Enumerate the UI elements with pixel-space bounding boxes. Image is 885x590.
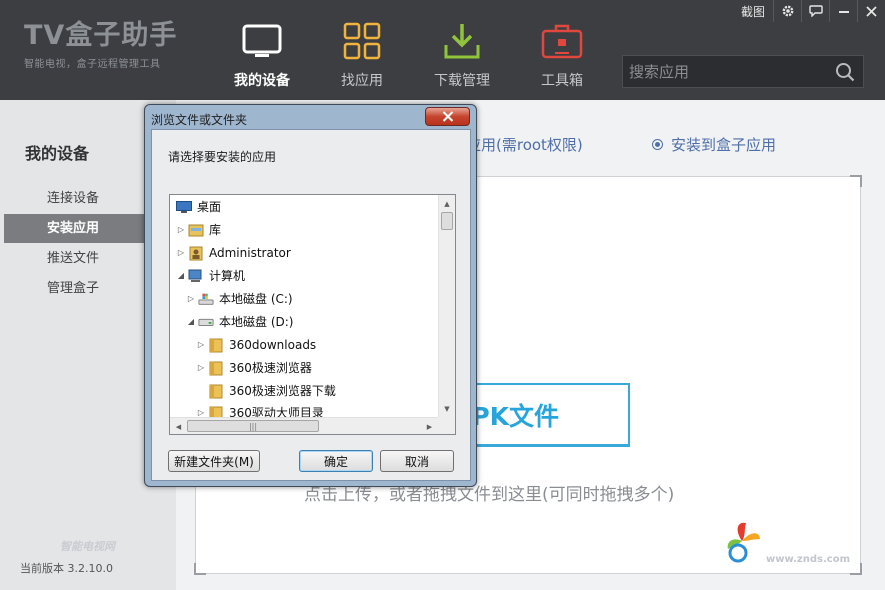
main-nav: 我的设备 找应用 下载管理 工具箱 [212,20,612,100]
brand: TV盒子助手 智能电视，盒子远程管理工具 [24,20,177,70]
drive-icon [198,315,214,329]
nav-toolbox[interactable]: 工具箱 [512,20,612,100]
nav-label: 下载管理 [434,73,490,89]
option-install-system-label: 应用(需root权限) [466,136,583,154]
corner-decoration [850,175,862,187]
collapse-icon[interactable]: ◢ [186,311,196,333]
app-title: TV盒子助手 [24,20,178,51]
folder-icon [208,338,224,352]
tree-item[interactable]: 桌面 [176,196,221,218]
tree-item[interactable]: ▷ Administrator [176,242,291,264]
expand-icon[interactable]: ▷ [196,357,206,379]
close-icon[interactable] [857,0,885,22]
tv-icon [242,20,282,62]
scroll-thumb[interactable]: ||| [187,420,319,432]
collapse-icon[interactable]: ◢ [176,265,186,287]
watermark-logo: www.znds.com [724,519,850,565]
option-install-box-label: 安装到盒子应用 [671,136,777,154]
expand-icon [196,380,206,402]
top-bar: TV盒子助手 智能电视，盒子远程管理工具 截图 我的设备 找应用 下载管理 工具… [0,0,885,100]
nav-downloads[interactable]: 下载管理 [412,20,512,100]
tree-item[interactable]: ▷ 360downloads [196,334,316,356]
scroll-right-icon[interactable]: ▶ [421,418,438,434]
search-box [622,55,864,88]
expand-icon[interactable]: ▷ [176,242,186,264]
folder-icon [208,361,224,375]
library-icon [188,223,204,237]
sidebar-title: 我的设备 [25,144,90,163]
version-text: 当前版本 3.2.10.0 [20,562,113,575]
dialog-title: 浏览文件或文件夹 [151,113,248,127]
search-icon[interactable] [827,56,863,87]
system-drive-icon [198,292,214,306]
option-install-system[interactable]: 应用(需root权限) [466,134,583,155]
screenshot-button[interactable]: 截图 [733,0,773,22]
tree-item-label: Administrator [209,246,291,260]
scroll-up-icon[interactable]: ▲ [439,195,455,212]
nav-label: 我的设备 [234,73,290,89]
watermark-logo: 智能电视网 [60,540,115,553]
nav-label: 找应用 [341,73,383,89]
dialog-close-button[interactable] [425,107,470,126]
watermark-text: www.znds.com [766,554,850,565]
tree-item-label: 桌面 [197,200,222,214]
folder-tree[interactable]: 桌面 ▷ 库 ▷ Administrator ◢ 计算机 ▷ 本地磁盘 (C:)… [169,194,456,435]
desktop-icon [176,200,192,214]
search-input[interactable] [623,56,827,87]
scrollbar-corner [438,417,455,434]
tree-item[interactable]: ▷ 本地磁盘 (C:) [186,288,293,310]
computer-icon [188,269,204,283]
scroll-left-icon[interactable]: ◀ [170,418,187,434]
tree-item-label: 本地磁盘 (D:) [219,315,294,329]
tree-item-label: 计算机 [209,269,246,283]
tree-item[interactable]: ▷ 库 [176,219,221,241]
new-folder-button[interactable]: 新建文件夹(M) [168,450,260,472]
tree-item[interactable]: ◢ 计算机 [176,265,245,287]
tree-item-label: 360downloads [229,338,317,352]
tree-item[interactable]: ▷ 360极速浏览器 [196,357,312,379]
scroll-down-icon[interactable]: ▼ [439,400,455,417]
app-subtitle: 智能电视，盒子远程管理工具 [24,59,161,70]
nav-label: 工具箱 [541,73,583,89]
vertical-scrollbar[interactable]: ▲ ▼ [438,195,455,417]
radio-selected-icon [652,139,663,150]
toolbox-icon [541,20,583,62]
nav-find-apps[interactable]: 找应用 [312,20,412,100]
corner-decoration [194,563,206,575]
feedback-icon[interactable] [801,0,829,22]
window-controls: 截图 [733,0,885,22]
tree-item-label: 本地磁盘 (C:) [219,292,293,306]
tree-item[interactable]: 360极速浏览器下载 [196,380,336,402]
tree-item-label: 库 [209,223,222,237]
dialog-body: 请选择要安装的应用 桌面 ▷ 库 ▷ Administrator ◢ 计算机 ▷… [151,129,471,481]
folder-icon [208,384,224,398]
horizontal-scrollbar[interactable]: ◀ ||| ▶ [170,417,438,434]
tree-item[interactable]: ◢ 本地磁盘 (D:) [186,311,294,333]
expand-icon[interactable]: ▷ [196,334,206,356]
download-icon [443,20,481,62]
option-install-box[interactable]: 安装到盒子应用 [652,134,776,155]
close-icon [442,111,453,122]
browse-folder-dialog: 浏览文件或文件夹 请选择要安装的应用 桌面 ▷ 库 ▷ Administrato… [144,104,477,487]
dialog-prompt: 请选择要安装的应用 [168,150,277,164]
pinwheel-logo-icon [727,522,761,563]
expand-icon[interactable]: ▷ [186,288,196,310]
expand-icon[interactable]: ▷ [176,219,186,241]
nav-my-devices[interactable]: 我的设备 [212,20,312,100]
corner-decoration [850,563,862,575]
user-folder-icon [188,246,204,260]
scroll-thumb[interactable] [441,212,453,230]
gear-icon[interactable] [773,0,801,22]
tree-item-label: 360极速浏览器下载 [229,384,336,398]
apps-grid-icon [343,20,381,62]
tree-item-label: 360极速浏览器 [229,361,312,375]
cancel-button[interactable]: 取消 [380,450,454,472]
ok-button[interactable]: 确定 [299,450,373,472]
minimize-icon[interactable] [829,0,857,22]
